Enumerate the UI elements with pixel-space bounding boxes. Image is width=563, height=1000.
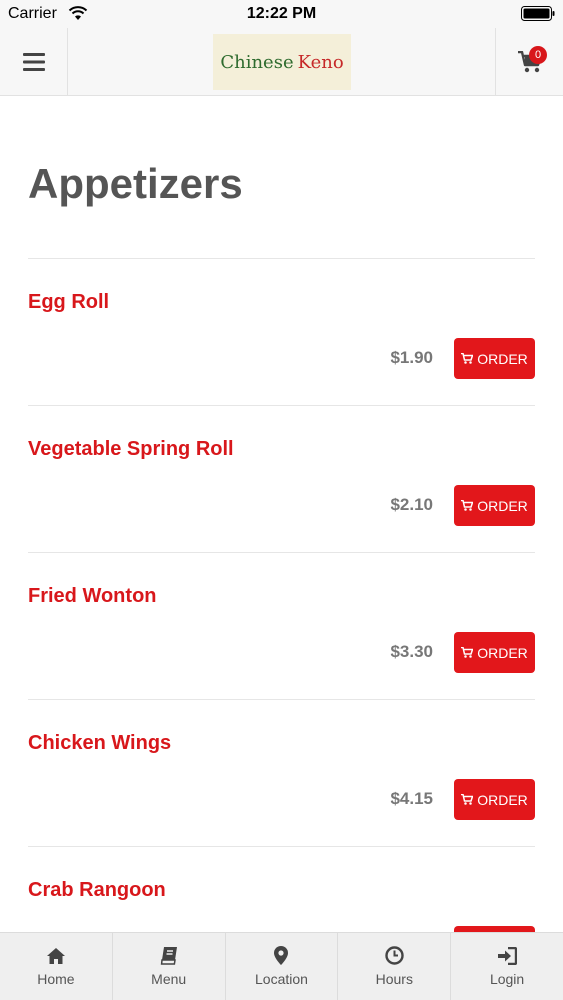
- app-header: Chinese Keno 0: [0, 28, 563, 96]
- bottom-tab-bar: Home Menu Location Hours Login: [0, 932, 563, 1000]
- tab-label: Menu: [151, 971, 187, 987]
- logo-word-1: Chinese: [220, 51, 294, 73]
- logo-word-2: Keno: [297, 51, 344, 73]
- item-name[interactable]: Crab Rangoon: [28, 879, 166, 902]
- status-bar: Carrier 12:22 PM: [0, 0, 563, 28]
- order-label: ORDER: [477, 644, 528, 661]
- item-name[interactable]: Vegetable Spring Roll: [28, 438, 234, 461]
- cart-icon: [461, 353, 474, 364]
- book-icon: [160, 947, 177, 965]
- cart-icon: [461, 647, 474, 658]
- menu-item: Fried Wonton $3.30 ORDER: [28, 552, 535, 699]
- tab-label: Location: [255, 971, 308, 987]
- cart-count-badge: 0: [529, 46, 547, 64]
- map-pin-icon: [274, 946, 289, 965]
- page-title: Appetizers: [28, 160, 243, 207]
- item-name[interactable]: Fried Wonton: [28, 585, 157, 608]
- menu-list: Egg Roll $1.90 ORDER Vegetable Spring Ro…: [28, 258, 535, 993]
- menu-item: Chicken Wings $4.15 ORDER: [28, 699, 535, 846]
- menu-item: Vegetable Spring Roll $2.10 ORDER: [28, 405, 535, 552]
- tab-hours[interactable]: Hours: [338, 933, 452, 1000]
- menu-button[interactable]: [0, 28, 68, 96]
- status-time: 12:22 PM: [246, 5, 317, 22]
- order-label: ORDER: [477, 350, 528, 367]
- menu-item: Egg Roll $1.90 ORDER: [28, 258, 535, 405]
- item-price: $4.15: [390, 789, 433, 808]
- item-name[interactable]: Egg Roll: [28, 291, 109, 314]
- login-icon: [498, 946, 518, 965]
- order-label: ORDER: [477, 497, 528, 514]
- battery-icon: [521, 6, 555, 21]
- order-button[interactable]: ORDER: [454, 632, 535, 673]
- tab-home[interactable]: Home: [0, 933, 113, 1000]
- hamburger-icon: [22, 53, 45, 71]
- clock-icon: [385, 946, 404, 965]
- tab-label: Login: [489, 970, 525, 987]
- tab-login[interactable]: Login: [451, 933, 563, 1000]
- home-icon: [46, 947, 65, 964]
- cart-button[interactable]: 0: [495, 28, 563, 96]
- item-price: $1.90: [390, 348, 433, 367]
- cart-icon: [461, 500, 474, 511]
- order-label: ORDER: [477, 791, 528, 808]
- order-button[interactable]: ORDER: [454, 338, 535, 379]
- tab-location[interactable]: Location: [226, 933, 339, 1000]
- item-price: $2.10: [390, 495, 433, 514]
- item-name[interactable]: Chicken Wings: [28, 732, 171, 755]
- restaurant-logo[interactable]: Chinese Keno: [213, 34, 351, 90]
- tab-menu[interactable]: Menu: [113, 933, 226, 1000]
- cart-icon: [461, 794, 474, 805]
- tab-label: Hours: [375, 971, 413, 987]
- item-price: $3.30: [390, 642, 433, 661]
- order-button[interactable]: ORDER: [454, 779, 535, 820]
- order-button[interactable]: ORDER: [454, 485, 535, 526]
- tab-label: Home: [37, 970, 75, 987]
